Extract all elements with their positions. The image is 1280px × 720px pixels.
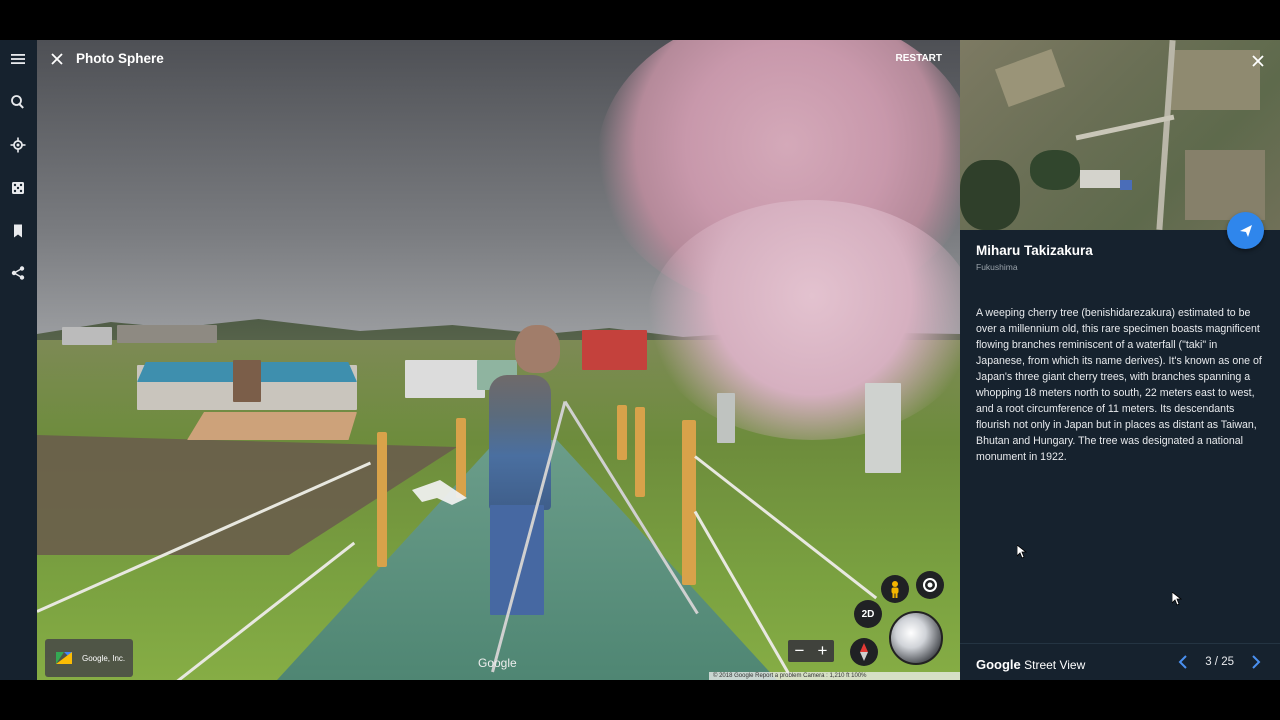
- building-red: [582, 330, 647, 370]
- photographer-legs: [490, 505, 544, 615]
- menu-icon[interactable]: [7, 48, 29, 70]
- paper-plane-icon: [1239, 224, 1252, 237]
- building: [62, 327, 112, 345]
- left-rail: [0, 40, 37, 680]
- google-watermark: Google: [478, 656, 517, 670]
- building: [233, 360, 261, 402]
- fly-to-button[interactable]: [1227, 212, 1264, 249]
- panel-footer: Google Street View 3 / 25: [960, 643, 1280, 680]
- map-building: [1080, 170, 1120, 188]
- viewer-header: Photo Sphere: [50, 51, 164, 66]
- compass-icon: [860, 643, 868, 661]
- bookmark-icon[interactable]: [7, 220, 29, 242]
- google-brand: Google: [976, 657, 1021, 672]
- restart-button[interactable]: RESTART: [896, 53, 942, 64]
- viewer-title: Photo Sphere: [76, 51, 164, 66]
- fence-post: [635, 407, 645, 497]
- stone-post: [865, 383, 901, 473]
- map-forest: [960, 160, 1020, 230]
- map-field: [1170, 50, 1260, 110]
- map-building: [1120, 180, 1132, 190]
- place-title: Miharu Takizakura: [976, 243, 1093, 258]
- map-forest: [1030, 150, 1080, 190]
- building: [117, 325, 217, 343]
- my-location-button[interactable]: [916, 571, 944, 599]
- photo-sphere-viewport[interactable]: Photo Sphere RESTART Google, Inc. Google…: [37, 40, 960, 680]
- wooden-deck: [187, 412, 357, 440]
- attribution-badge[interactable]: Google, Inc.: [45, 639, 133, 677]
- place-region: Fukushima: [976, 262, 1018, 272]
- fence-post: [377, 432, 387, 567]
- page-indicator: 3 / 25: [1205, 656, 1234, 668]
- chevron-left-icon[interactable]: [1177, 655, 1189, 669]
- compass-button[interactable]: [850, 638, 878, 666]
- mouse-cursor-icon: [1172, 592, 1182, 606]
- chevron-right-icon[interactable]: [1250, 655, 1262, 669]
- cherry-tree-branches: [647, 200, 960, 440]
- fence-post: [617, 405, 627, 460]
- voyager-icon[interactable]: [7, 134, 29, 156]
- satellite-map-thumbnail[interactable]: [960, 40, 1280, 230]
- building: [405, 360, 485, 398]
- photographer-head: [515, 325, 560, 373]
- street-view-brand: Google Street View: [976, 657, 1085, 672]
- toggle-2d-button[interactable]: 2D: [854, 600, 882, 628]
- zoom-in-button[interactable]: +: [811, 640, 834, 662]
- zoom-controls: − +: [788, 640, 834, 662]
- place-description: A weeping cherry tree (benishidarezakura…: [976, 307, 1262, 463]
- globe-view-button[interactable]: [889, 611, 943, 665]
- pegman-icon: [891, 581, 899, 598]
- close-icon[interactable]: [1251, 54, 1265, 68]
- knowledge-card: Miharu Takizakura Fukushima A weeping ch…: [960, 40, 1280, 680]
- map-footer-text[interactable]: © 2018 Google Report a problem Camera : …: [709, 672, 960, 680]
- share-icon[interactable]: [7, 262, 29, 284]
- map-field: [1185, 150, 1265, 220]
- feeling-lucky-icon[interactable]: [7, 177, 29, 199]
- navigation-arrow-icon[interactable]: [412, 480, 467, 510]
- story-pager: 3 / 25: [1177, 655, 1262, 669]
- close-icon[interactable]: [50, 52, 64, 66]
- attribution-text: Google, Inc.: [82, 653, 126, 663]
- zoom-out-button[interactable]: −: [788, 640, 811, 662]
- street-view-label: Street View: [1024, 658, 1086, 672]
- google-maps-logo-icon: [56, 652, 72, 664]
- mouse-cursor-icon: [1017, 545, 1027, 559]
- target-icon: [923, 578, 937, 592]
- earth-window: Photo Sphere RESTART Google, Inc. Google…: [0, 40, 1280, 680]
- fence-post: [682, 420, 696, 585]
- stone-post: [717, 393, 735, 443]
- pegman-button[interactable]: [881, 575, 909, 603]
- search-icon[interactable]: [7, 91, 29, 113]
